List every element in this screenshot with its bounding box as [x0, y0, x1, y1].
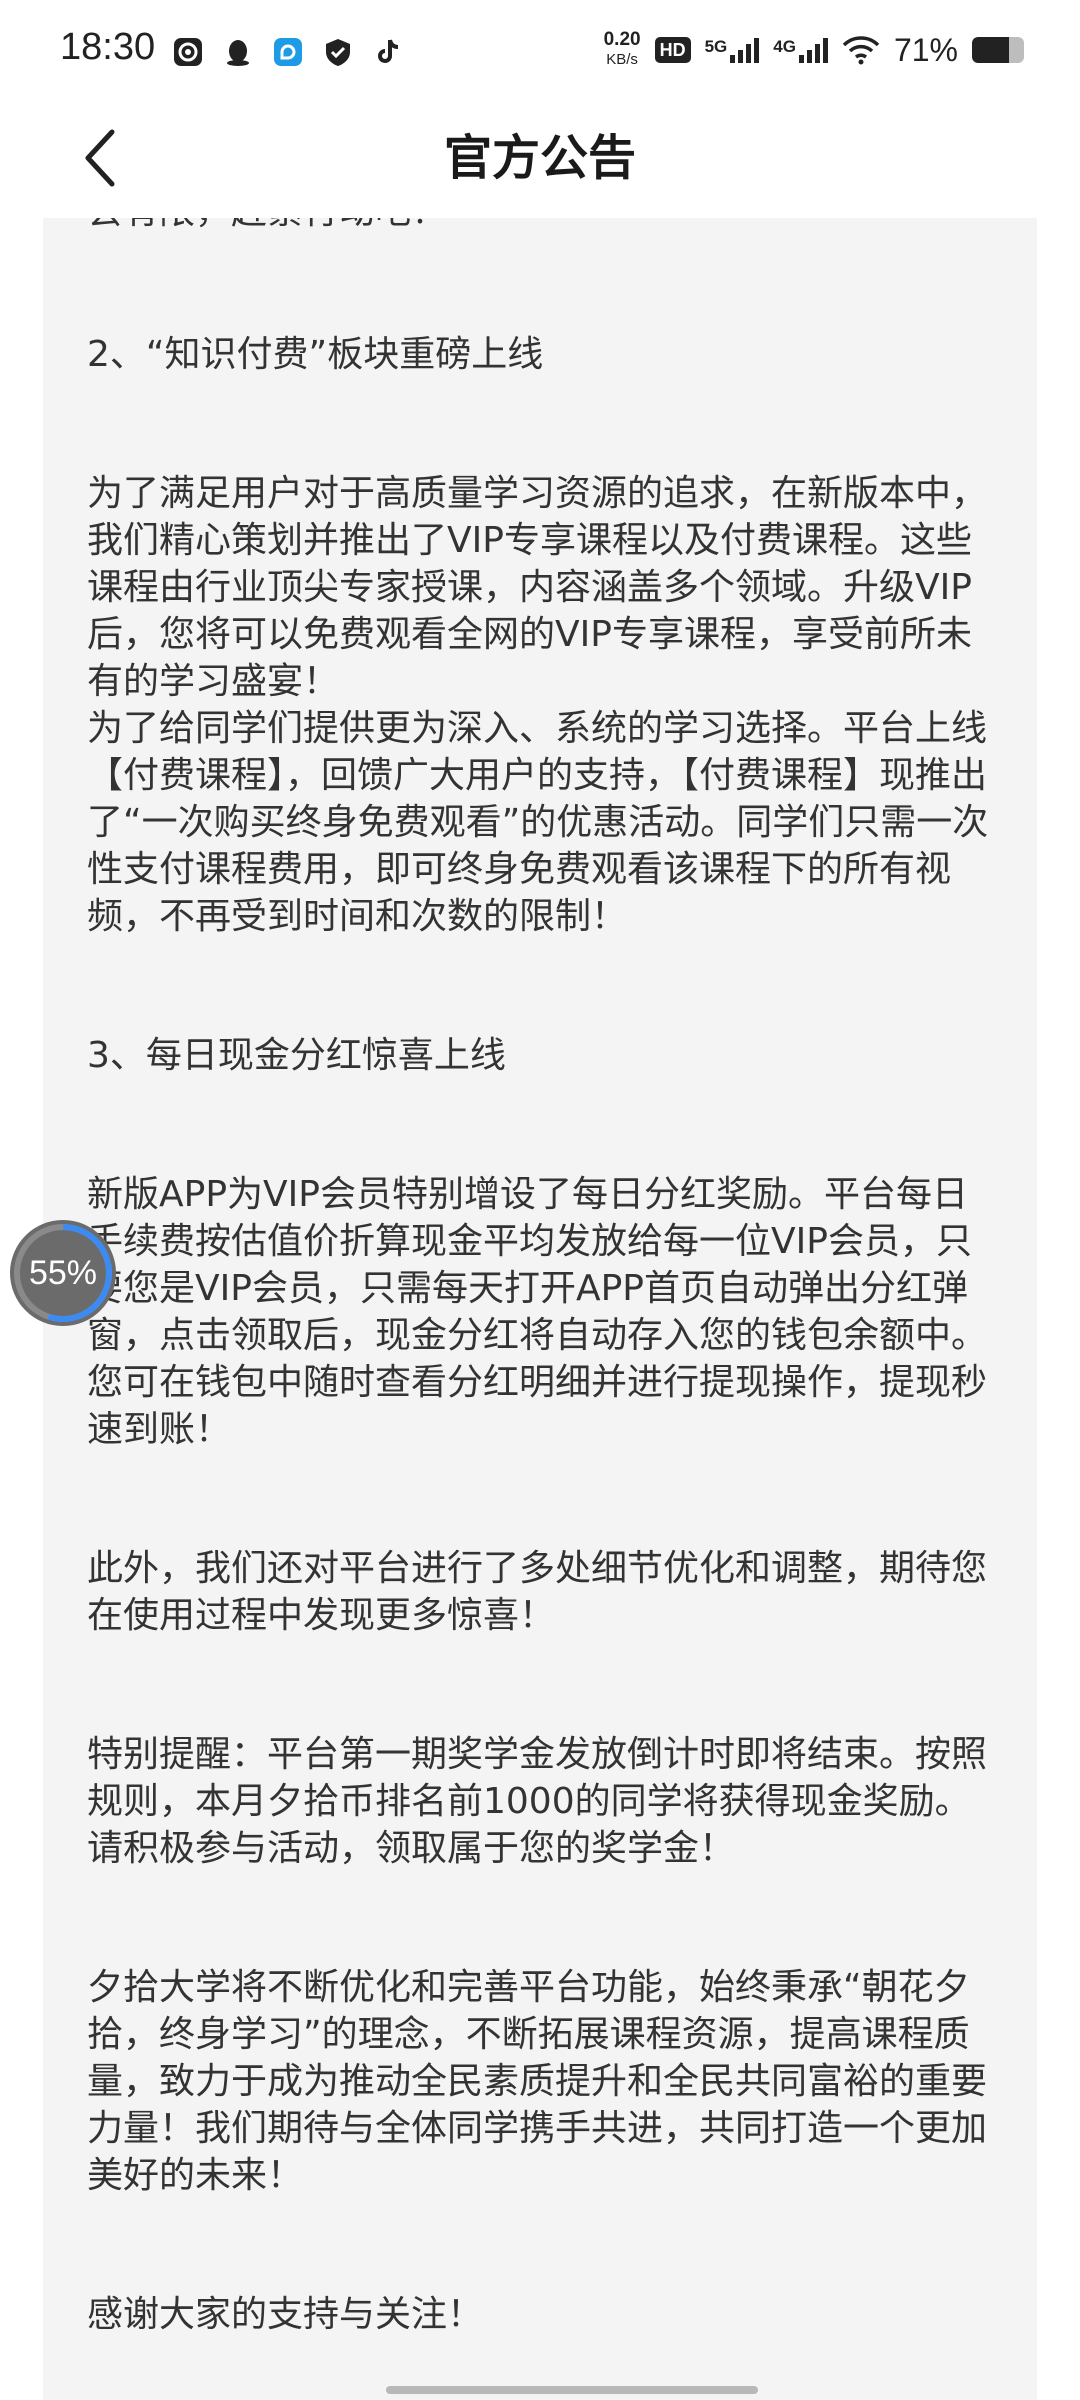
hd-voice-badge: HD: [654, 37, 691, 63]
nav-bar: 官方公告: [0, 100, 1080, 218]
paragraph: 感谢大家的支持与关注！: [87, 2294, 484, 2335]
paragraph: 为了给同学们提供更为深入、系统的学习选择。平台上线【付费课程】，回馈广大用户的支…: [87, 708, 989, 937]
dashcam-icon: [174, 38, 202, 66]
status-time: 18:30: [60, 26, 156, 68]
paragraph: 特别提醒：平台第一期奖学金发放倒计时即将结束。按照规则，本月夕拾币排名前1000…: [87, 1734, 988, 1869]
page-title: 官方公告: [443, 130, 636, 186]
announcement-content[interactable]: 会有限，赶紧行动吧！ 2、“知识付费”板块重磅上线 为了满足用户对于高质量学习资…: [43, 218, 1037, 2400]
network-speed-value: 0.20: [603, 29, 641, 50]
tiktok-icon: [378, 39, 399, 63]
signal-5g-label: 5G: [704, 37, 728, 56]
paragraph: 新版APP为VIP会员特别增设了每日分红奖励。平台每日手续费按估值价折算现金平均…: [87, 1174, 988, 1450]
app-icon: [274, 38, 302, 66]
network-speed-unit: KB/s: [606, 51, 638, 68]
progress-percent: 55%: [28, 1253, 98, 1292]
announcement-body: 会有限，赶紧行动吧！ 2、“知识付费”板块重磅上线 为了满足用户对于高质量学习资…: [87, 218, 997, 2338]
status-bar: 18:30 0.20 KB/s HD 5G 4G 71%: [0, 0, 1080, 100]
signal-4g-label: 4G: [773, 37, 796, 56]
battery-icon: [972, 37, 1024, 63]
shield-check-icon: [326, 39, 350, 66]
floating-progress-widget[interactable]: 55%: [10, 1220, 116, 1326]
paragraph: 会有限，赶紧行动吧！: [87, 218, 997, 235]
signal-5g: 5G: [705, 37, 760, 63]
paragraph: 夕拾大学将不断优化和完善平台功能，始终秉承“朝花夕拾，终身学习”的理念，不断拓展…: [87, 1967, 988, 2196]
signal-bars-icon: [798, 37, 828, 63]
paragraph: 为了满足用户对于高质量学习资源的追求，在新版本中，我们精心策划并推出了VIP专享…: [87, 473, 988, 702]
home-indicator[interactable]: [386, 2386, 758, 2394]
signal-bars-icon: [730, 37, 760, 63]
status-notification-icons: [172, 36, 404, 68]
signal-4g: 4G: [773, 37, 828, 63]
network-speed: 0.20 KB/s: [604, 30, 641, 70]
wifi-icon: [842, 36, 880, 65]
section-heading: 2、“知识付费”板块重磅上线: [87, 334, 544, 375]
qq-penguin-icon: [227, 40, 249, 66]
battery-percent: 71%: [893, 31, 958, 68]
paragraph: 此外，我们还对平台进行了多处细节优化和调整，期待您在使用过程中发现更多惊喜！: [87, 1548, 988, 1636]
section-heading: 3、每日现金分红惊喜上线: [87, 1035, 506, 1076]
battery-fill: [972, 37, 1009, 63]
status-system-indicators: 0.20 KB/s HD 5G 4G 71%: [604, 30, 1024, 70]
